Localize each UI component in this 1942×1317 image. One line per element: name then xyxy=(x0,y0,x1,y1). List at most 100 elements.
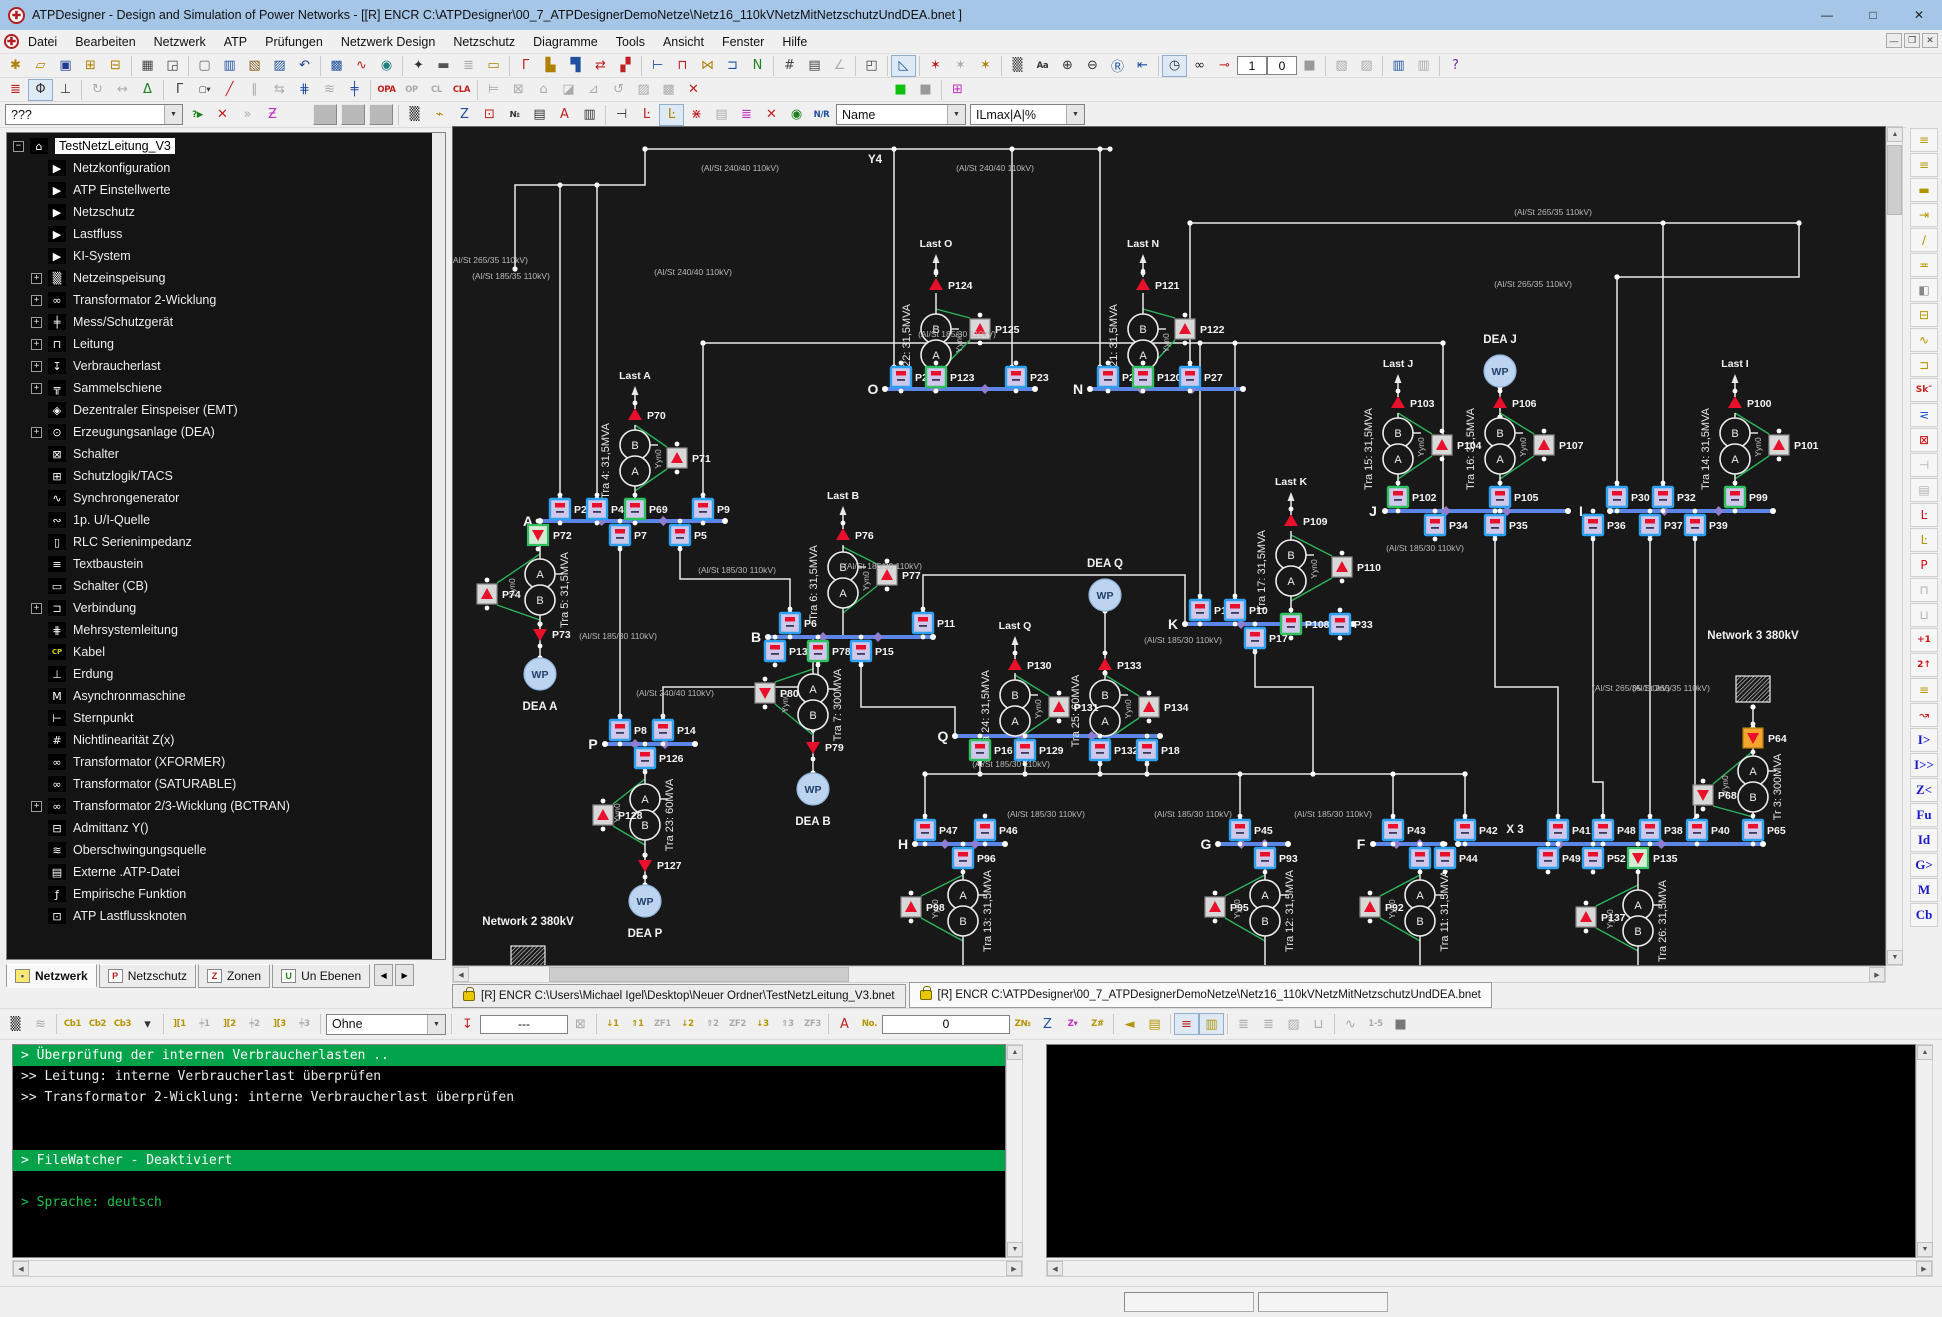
protection-device-p36[interactable]: P36 xyxy=(1583,509,1626,542)
expand-icon[interactable]: + xyxy=(31,603,42,614)
console-left-vscrollbar[interactable]: ▲ ▼ xyxy=(1006,1044,1023,1258)
save-all[interactable]: ⊞ xyxy=(78,55,103,77)
new-network[interactable]: ✱ xyxy=(3,55,28,77)
device-block[interactable]: ◧ xyxy=(1910,278,1938,302)
console-left-hscrollbar[interactable]: ◀ ▶ xyxy=(12,1260,1023,1277)
load-last-b[interactable]: Last B xyxy=(827,490,860,529)
protection-device-p14[interactable]: P14 xyxy=(653,714,696,747)
run-check[interactable]: ?▶ xyxy=(185,104,210,126)
output-console-left[interactable]: > Überprüfung der internen Verbraucherla… xyxy=(12,1044,1006,1258)
fault-marker-p127[interactable]: P127 xyxy=(638,860,682,879)
counter-field[interactable] xyxy=(882,1015,1010,1034)
wire[interactable] xyxy=(515,149,645,269)
z-1234[interactable]: Z# xyxy=(1085,1013,1110,1035)
chevron-down-icon[interactable]: ▼ xyxy=(427,1015,445,1034)
z-doc[interactable]: Ƶ xyxy=(260,104,285,126)
flag-go[interactable]: ◉ xyxy=(784,104,809,126)
tree-item-synchrongenerator[interactable]: ∿Synchrongenerator xyxy=(7,487,427,509)
image-window[interactable]: ◉ xyxy=(374,55,399,77)
pointer-mode[interactable]: ◺ xyxy=(891,55,916,77)
fault-device-p71[interactable]: P71 xyxy=(667,442,711,475)
comment[interactable]: ▭ xyxy=(481,55,506,77)
fit-view[interactable]: ⇤ xyxy=(1130,55,1155,77)
paste-special[interactable]: ▨ xyxy=(267,55,292,77)
page-number-field[interactable] xyxy=(1237,56,1267,75)
note-filled[interactable]: ▥ xyxy=(1199,1013,1224,1035)
zoom-in[interactable]: ⊕ xyxy=(1055,55,1080,77)
tree-item-verbraucherlast[interactable]: +↧Verbraucherlast xyxy=(7,355,427,377)
protection-device-p48[interactable]: P48 xyxy=(1593,814,1636,847)
number-label[interactable]: № xyxy=(502,104,527,126)
cb2[interactable]: Cb2 xyxy=(85,1013,110,1035)
fault-device-p107[interactable]: P107 xyxy=(1534,429,1584,462)
text-block[interactable]: ▤ xyxy=(527,104,552,126)
tree-item-dezentraler-einspeiser-emt-[interactable]: ◈Dezentraler Einspeiser (EMT) xyxy=(7,399,427,421)
fault-marker-p133[interactable]: P133 xyxy=(1098,651,1142,672)
external-network[interactable]: Network 3 380kV xyxy=(1707,630,1799,702)
chart-window[interactable]: ∿ xyxy=(349,55,374,77)
tree-item-verbindung[interactable]: +⊐Verbindung xyxy=(7,597,427,619)
external-network[interactable]: Network 2 380kV xyxy=(482,916,574,965)
tree-item-lastfluss[interactable]: ▶Lastfluss xyxy=(7,223,427,245)
table-rows[interactable]: ▤ xyxy=(802,55,827,77)
tree-item-netzeinspeisung[interactable]: +▒Netzeinspeisung xyxy=(7,267,427,289)
fault-marker-p79[interactable]: P79 xyxy=(806,742,844,761)
transformer-tool[interactable]: Φ xyxy=(28,79,53,101)
wire[interactable] xyxy=(680,545,790,613)
child-close-button[interactable]: ✕ xyxy=(1922,33,1938,48)
pan-mode[interactable]: ◷ xyxy=(1162,55,1187,77)
tree-item-netzkonfiguration[interactable]: ▶Netzkonfiguration xyxy=(7,157,427,179)
breaker-2[interactable]: ][2 xyxy=(217,1013,242,1035)
load-last-k[interactable]: Last K xyxy=(1275,476,1308,515)
line-double[interactable]: ⊟ xyxy=(1910,303,1938,327)
reset-zoom[interactable]: Ⓡ xyxy=(1105,55,1130,77)
transformer[interactable]: BATra 15: 31,5MVAYyn0 xyxy=(1363,407,1426,490)
arrow-marker[interactable]: ↧ xyxy=(455,1013,480,1035)
expand-icon[interactable]: + xyxy=(31,295,42,306)
collapse-icon[interactable]: − xyxy=(13,141,24,152)
canvas-vscrollbar[interactable]: ▲ ▼ xyxy=(1886,126,1903,966)
menu-datei[interactable]: Datei xyxy=(19,32,66,52)
tree-item-kabel[interactable]: CPKabel xyxy=(7,641,427,663)
chart-step[interactable]: Γ xyxy=(513,55,538,77)
tabs-scroll-right-icon[interactable]: ▶ xyxy=(395,964,414,986)
grid-tool[interactable]: ⋕ xyxy=(292,79,317,101)
line-short[interactable]: ▬ xyxy=(1910,178,1938,202)
wire[interactable] xyxy=(1617,223,1799,277)
scroll-right-icon[interactable]: ▶ xyxy=(1006,1261,1022,1276)
z-no[interactable]: Z№ xyxy=(1010,1013,1035,1035)
cb1[interactable]: Cb1 xyxy=(60,1013,85,1035)
probe-left[interactable]: ⊢ xyxy=(645,55,670,77)
protection-z[interactable]: Z< xyxy=(1910,778,1938,802)
scroll-down-icon[interactable]: ▼ xyxy=(1007,1242,1023,1257)
canvas-hscrollbar[interactable]: ◀ ▶ xyxy=(452,966,1886,983)
no-label[interactable]: No. xyxy=(857,1013,882,1035)
z-blue2[interactable]: Z xyxy=(1035,1013,1060,1035)
protection-device-p37[interactable]: P37 xyxy=(1640,509,1683,542)
delete[interactable]: ✕ xyxy=(681,79,706,101)
expand-icon[interactable]: + xyxy=(31,339,42,350)
tree-item-1p-u-i-quelle[interactable]: ∾1p. U/I-Quelle xyxy=(7,509,427,531)
expand-icon[interactable]: + xyxy=(31,317,42,328)
line-pair[interactable]: ≡ xyxy=(1910,678,1938,702)
tree-item-ki-system[interactable]: ▶KI-System xyxy=(7,245,427,267)
help-book[interactable]: ? xyxy=(1443,55,1468,77)
minimize-button[interactable]: — xyxy=(1804,0,1850,30)
menu-netzschutz[interactable]: Netzschutz xyxy=(444,32,524,52)
new-sheet[interactable]: ▢ xyxy=(192,55,217,77)
tree-item-schalter[interactable]: ⊠Schalter xyxy=(7,443,427,465)
protection-device-p8[interactable]: P8 xyxy=(610,714,647,747)
transformer[interactable]: ABTra 7: 300MVAYyn0 xyxy=(780,668,844,741)
protection-device-p39[interactable]: P39 xyxy=(1685,509,1728,542)
paste[interactable]: ▧ xyxy=(242,55,267,77)
file-tab[interactable]: [R] ENCR C:\ATPDesigner\00_7_ATPDesigner… xyxy=(909,982,1492,1008)
fault-device-p110[interactable]: P110 xyxy=(1332,551,1381,584)
hatch-region[interactable]: ▒ xyxy=(3,1013,28,1035)
tree-item-externe-atp-datei[interactable]: ▤Externe .ATP-Datei xyxy=(7,861,427,883)
z-multi[interactable]: Z▾ xyxy=(1060,1013,1085,1035)
up-1[interactable]: ⇑1 xyxy=(625,1013,650,1035)
fault-type-combo[interactable]: Ohne▼ xyxy=(326,1014,446,1035)
tree-item-schutzlogik-tacs[interactable]: ⊞Schutzlogik/TACS xyxy=(7,465,427,487)
scroll-right-icon[interactable]: ▶ xyxy=(1916,1261,1932,1276)
line-osc[interactable]: ∿ xyxy=(1910,328,1938,352)
